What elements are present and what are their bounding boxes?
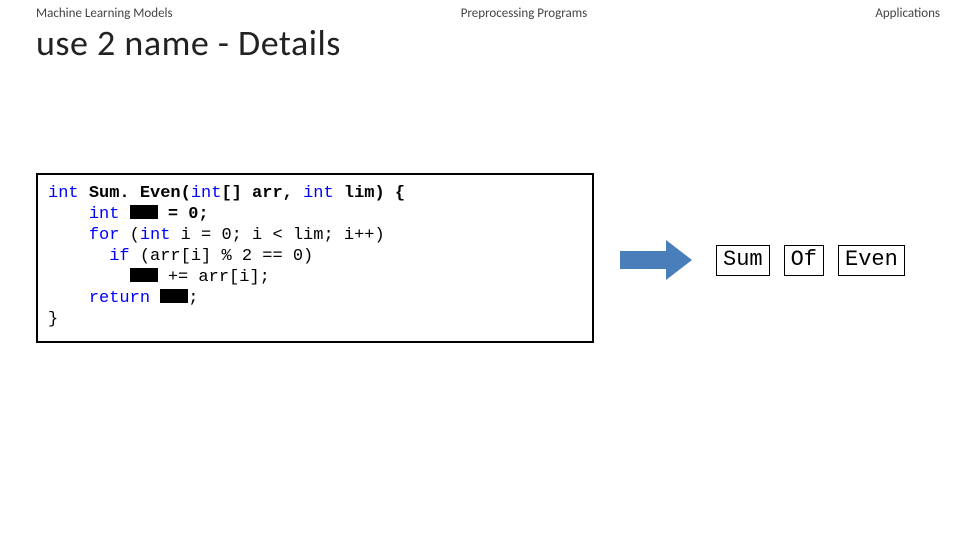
mask-icon bbox=[160, 289, 188, 303]
arrow-head bbox=[666, 240, 692, 280]
content-area: int Sum. Even(int[] arr, int lim) { int … bbox=[0, 65, 960, 485]
func-open: Sum. Even( bbox=[89, 184, 191, 203]
kw-intarr: int bbox=[191, 184, 222, 203]
code-block: int Sum. Even(int[] arr, int lim) { int … bbox=[48, 183, 582, 330]
return-semi: ; bbox=[188, 289, 198, 308]
nav-right: Applications bbox=[875, 6, 940, 21]
kw-int: int bbox=[48, 184, 79, 203]
kw-for: for bbox=[89, 226, 120, 245]
assign-zero: = 0; bbox=[168, 205, 209, 224]
code-box: int Sum. Even(int[] arr, int lim) { int … bbox=[36, 173, 594, 343]
kw-return: return bbox=[89, 289, 150, 308]
label-of: Of bbox=[784, 245, 824, 276]
nav-bar: Machine Learning Models Preprocessing Pr… bbox=[0, 0, 960, 21]
kw-int-decl: int bbox=[89, 205, 120, 224]
output-labels: Sum Of Even bbox=[716, 245, 905, 276]
nav-left: Machine Learning Models bbox=[36, 6, 173, 21]
nav-center: Preprocessing Programs bbox=[461, 6, 588, 21]
mask-icon bbox=[130, 268, 158, 282]
label-even: Even bbox=[838, 245, 905, 276]
mask-icon bbox=[130, 205, 158, 219]
addassign: += arr[i]; bbox=[168, 268, 270, 287]
param-lim: lim) { bbox=[344, 184, 405, 203]
if-cond: (arr[i] % 2 == 0) bbox=[140, 247, 313, 266]
param-arr: [] arr, bbox=[221, 184, 292, 203]
label-sum: Sum bbox=[716, 245, 770, 276]
for-body: i = 0; i < lim; i++) bbox=[181, 226, 385, 245]
kw-int-loop: int bbox=[140, 226, 171, 245]
page-title: use 2 name - Details bbox=[0, 21, 960, 65]
kw-int2: int bbox=[303, 184, 334, 203]
close-brace: } bbox=[48, 310, 58, 329]
kw-if: if bbox=[109, 247, 129, 266]
for-open: ( bbox=[130, 226, 140, 245]
arrow-shaft bbox=[620, 251, 666, 269]
arrow-icon bbox=[620, 240, 692, 280]
